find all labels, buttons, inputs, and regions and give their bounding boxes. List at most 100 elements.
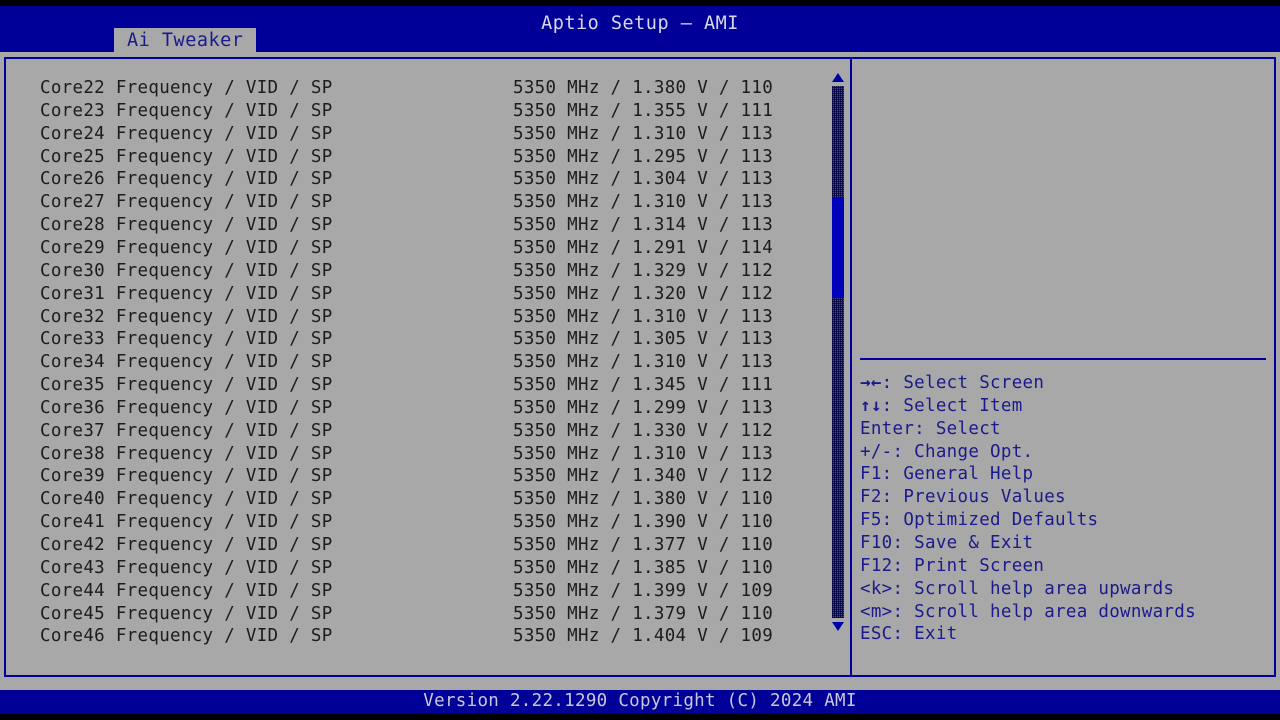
settings-row-value: 5350 MHz / 1.399 V / 109	[513, 580, 774, 601]
keybinding-label: F12: Print Screen	[860, 555, 1045, 576]
settings-row-label: Core46 Frequency / VID / SP	[40, 626, 333, 647]
settings-row-value: 5350 MHz / 1.305 V / 113	[513, 329, 774, 350]
settings-row-value: 5350 MHz / 1.385 V / 110	[513, 557, 774, 578]
keybinding-item: ESC: Exit	[860, 623, 958, 646]
scroll-down-arrow-icon[interactable]	[831, 620, 845, 632]
settings-row-value: 5350 MHz / 1.310 V / 113	[513, 123, 774, 144]
settings-row[interactable]: Core23 Frequency / VID / SP 5350 MHz / 1.…	[6, 100, 826, 123]
settings-row-label: Core33 Frequency / VID / SP	[40, 329, 333, 350]
keybinding-item: ↑↓: Select Item	[860, 395, 1023, 418]
settings-row[interactable]: Core25 Frequency / VID / SP 5350 MHz / 1.…	[6, 146, 826, 169]
keybinding-label: ESC: Exit	[860, 624, 958, 645]
settings-row-label: Core27 Frequency / VID / SP	[40, 192, 333, 213]
settings-row-label: Core42 Frequency / VID / SP	[40, 535, 333, 555]
keybinding-label: +/-: Change Opt.	[860, 441, 1034, 462]
settings-row[interactable]: Core24 Frequency / VID / SP 5350 MHz / 1.…	[6, 123, 826, 146]
settings-row-value: 5350 MHz / 1.310 V / 113	[513, 443, 774, 464]
settings-row-label: Core36 Frequency / VID / SP	[40, 397, 333, 418]
settings-row-label: Core39 Frequency / VID / SP	[40, 466, 333, 487]
scrollbar-track[interactable]	[832, 86, 844, 618]
settings-row-label: Core25 Frequency / VID / SP	[40, 146, 333, 167]
settings-row[interactable]: Core45 Frequency / VID / SP 5350 MHz / 1.…	[6, 603, 826, 626]
settings-row[interactable]: Core39 Frequency / VID / SP 5350 MHz / 1.…	[6, 465, 826, 488]
settings-row-value: 5350 MHz / 1.404 V / 109	[513, 626, 774, 647]
settings-row-value: 5350 MHz / 1.299 V / 113	[513, 397, 774, 418]
settings-row[interactable]: Core37 Frequency / VID / SP 5350 MHz / 1.…	[6, 420, 826, 443]
settings-row-value: 5350 MHz / 1.390 V / 110	[513, 512, 774, 533]
settings-row[interactable]: Core26 Frequency / VID / SP 5350 MHz / 1.…	[6, 168, 826, 191]
settings-row[interactable]: Core42 Frequency / VID / SP 5350 MHz / 1.…	[6, 534, 826, 557]
settings-row-label: Core34 Frequency / VID / SP	[40, 352, 333, 373]
settings-row[interactable]: Core36 Frequency / VID / SP 5350 MHz / 1.…	[6, 397, 826, 420]
settings-row[interactable]: Core22 Frequency / VID / SP 5350 MHz / 1.…	[6, 77, 826, 100]
settings-row-value: 5350 MHz / 1.380 V / 110	[513, 489, 774, 510]
settings-row[interactable]: Core34 Frequency / VID / SP 5350 MHz / 1.…	[6, 351, 826, 374]
bottom-bezel	[0, 714, 1280, 720]
settings-row[interactable]: Core28 Frequency / VID / SP 5350 MHz / 1.…	[6, 214, 826, 237]
settings-row[interactable]: Core41 Frequency / VID / SP 5350 MHz / 1.…	[6, 511, 826, 534]
keybinding-item: +/-: Change Opt.	[860, 441, 1033, 464]
settings-row-value: 5350 MHz / 1.295 V / 113	[513, 146, 774, 167]
settings-row-value: 5350 MHz / 1.377 V / 110	[513, 535, 774, 555]
settings-row-label: Core26 Frequency / VID / SP	[40, 169, 333, 190]
settings-row-label: Core45 Frequency / VID / SP	[40, 603, 333, 624]
keybinding-item: <k>: Scroll help area upwards	[860, 578, 1174, 601]
settings-row-value: 5350 MHz / 1.355 V / 111	[513, 100, 774, 121]
settings-row-value: 5350 MHz / 1.304 V / 113	[513, 169, 774, 190]
settings-row-value: 5350 MHz / 1.380 V / 110	[513, 78, 774, 98]
settings-row-label: Core35 Frequency / VID / SP	[40, 375, 333, 396]
settings-row-value: 5350 MHz / 1.310 V / 113	[513, 192, 774, 213]
scrollbar-thumb[interactable]	[832, 198, 844, 298]
settings-row[interactable]: Core38 Frequency / VID / SP 5350 MHz / 1.…	[6, 443, 826, 466]
settings-row[interactable]: Core29 Frequency / VID / SP 5350 MHz / 1.…	[6, 237, 826, 260]
keybinding-item: F12: Print Screen	[860, 555, 1044, 578]
scroll-up-arrow-icon[interactable]	[831, 72, 845, 84]
settings-row-label: Core30 Frequency / VID / SP	[40, 260, 333, 281]
settings-row[interactable]: Core43 Frequency / VID / SP 5350 MHz / 1.…	[6, 557, 826, 580]
keybinding-label: F5: Optimized Defaults	[860, 510, 1099, 531]
settings-row-label: Core28 Frequency / VID / SP	[40, 215, 333, 236]
settings-row[interactable]: Core27 Frequency / VID / SP 5350 MHz / 1.…	[6, 191, 826, 214]
settings-row-value: 5350 MHz / 1.340 V / 112	[513, 466, 774, 487]
help-pane: →←: Select Screen ↑↓: Select Item Enter: S…	[854, 59, 1272, 675]
keybinding-label: : Select Screen	[881, 373, 1045, 393]
settings-row-label: Core44 Frequency / VID / SP	[40, 580, 333, 601]
settings-row-label: Core43 Frequency / VID / SP	[40, 557, 333, 578]
arrow-keys-icon: ↑↓	[860, 395, 882, 416]
keybinding-item: <m>: Scroll help area downwards	[860, 601, 1196, 624]
keybinding-label: F2: Previous Values	[860, 487, 1066, 508]
settings-row[interactable]: Core32 Frequency / VID / SP 5350 MHz / 1.…	[6, 306, 826, 329]
version-copyright: Version 2.22.1290 Copyright (C) 2024 AMI	[423, 691, 857, 711]
settings-row[interactable]: Core31 Frequency / VID / SP 5350 MHz / 1.…	[6, 283, 826, 306]
settings-row[interactable]: Core30 Frequency / VID / SP 5350 MHz / 1.…	[6, 260, 826, 283]
settings-row-label: Core41 Frequency / VID / SP	[40, 512, 333, 533]
settings-row-value: 5350 MHz / 1.345 V / 111	[513, 375, 774, 396]
keybinding-item: →←: Select Screen	[860, 372, 1044, 395]
settings-list[interactable]: Core22 Frequency / VID / SP 5350 MHz / 1.…	[6, 59, 826, 675]
tab-ai-tweaker[interactable]: Ai Tweaker	[114, 28, 257, 53]
settings-row-label: Core32 Frequency / VID / SP	[40, 306, 333, 327]
settings-row-value: 5350 MHz / 1.330 V / 112	[513, 420, 774, 441]
settings-row[interactable]: Core44 Frequency / VID / SP 5350 MHz / 1.…	[6, 580, 826, 603]
footer-bar: Version 2.22.1290 Copyright (C) 2024 AMI	[0, 690, 1280, 714]
bios-setup-screen: Aptio Setup – AMI Ai Tweaker Core22 Freq…	[0, 0, 1280, 720]
keybinding-item: F1: General Help	[860, 463, 1033, 486]
settings-row[interactable]: Core46 Frequency / VID / SP 5350 MHz / 1.…	[6, 625, 826, 648]
settings-row-label: Core37 Frequency / VID / SP	[40, 420, 333, 441]
keybinding-item: F2: Previous Values	[860, 486, 1066, 509]
settings-row-label: Core38 Frequency / VID / SP	[40, 443, 333, 464]
settings-row-label: Core31 Frequency / VID / SP	[40, 283, 333, 304]
list-scrollbar[interactable]	[831, 72, 845, 632]
settings-row[interactable]: Core35 Frequency / VID / SP 5350 MHz / 1.…	[6, 374, 826, 397]
settings-row-label: Core24 Frequency / VID / SP	[40, 123, 333, 144]
settings-row-value: 5350 MHz / 1.310 V / 113	[513, 352, 774, 373]
settings-row-value: 5350 MHz / 1.379 V / 110	[513, 603, 774, 624]
pane-divider	[850, 57, 852, 677]
arrow-keys-icon: →←	[860, 373, 882, 393]
settings-row-value: 5350 MHz / 1.291 V / 114	[513, 237, 774, 258]
settings-row[interactable]: Core33 Frequency / VID / SP 5350 MHz / 1.…	[6, 328, 826, 351]
settings-row-value: 5350 MHz / 1.329 V / 112	[513, 260, 774, 281]
keybinding-label: : Select Item	[881, 395, 1023, 416]
settings-row[interactable]: Core40 Frequency / VID / SP 5350 MHz / 1.…	[6, 488, 826, 511]
settings-row-label: Core40 Frequency / VID / SP	[40, 489, 333, 510]
